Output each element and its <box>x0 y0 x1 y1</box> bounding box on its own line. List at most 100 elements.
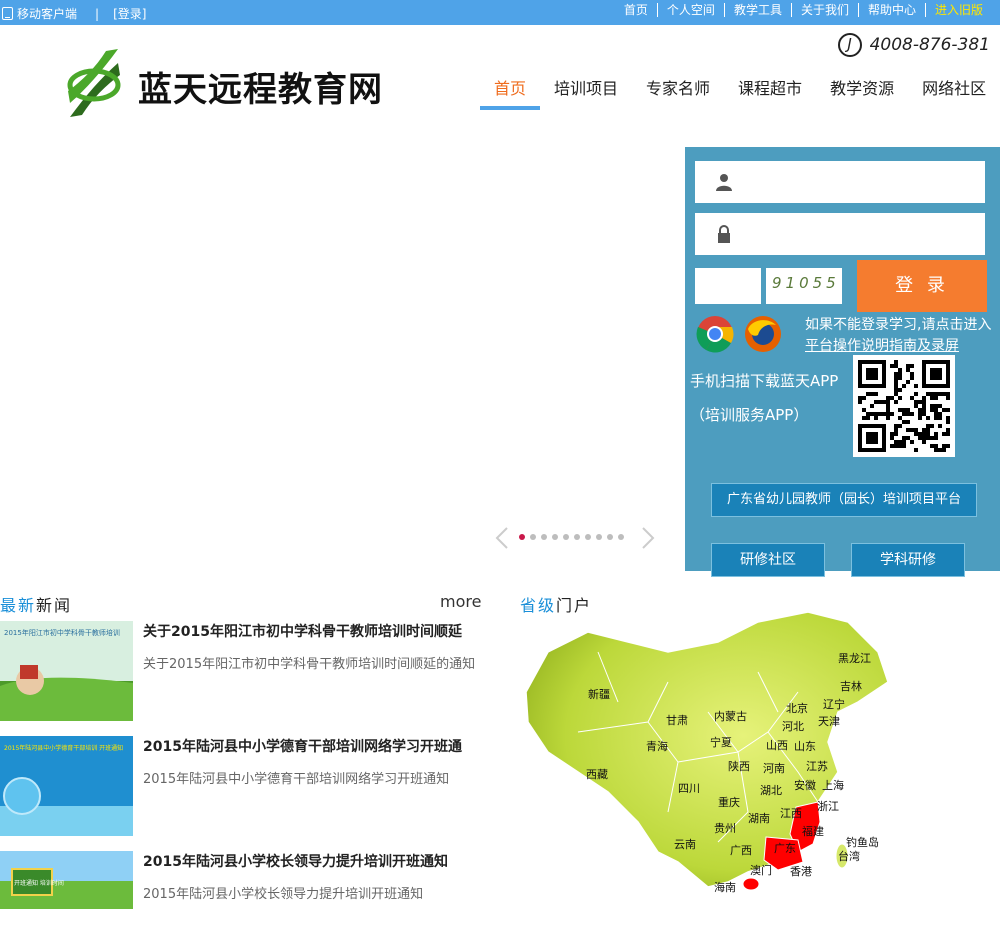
separator: | <box>95 6 100 21</box>
research-community-button[interactable]: 研修社区 <box>711 543 825 577</box>
app-line-2: （培训服务APP） <box>690 406 809 424</box>
password-field[interactable] <box>695 213 985 255</box>
next-arrow-icon[interactable] <box>641 527 655 549</box>
china-province-map[interactable]: 黑龙江吉林辽宁 新疆内蒙古 北京天津 甘肃 河北宁夏 山西 山东 青海陕西 河南 江苏西藏四川 湖北… <box>518 612 900 909</box>
captcha-input[interactable] <box>695 268 761 304</box>
province-label[interactable]: 重庆 <box>718 795 740 809</box>
province-label[interactable]: 湖北 <box>760 784 782 797</box>
news-title[interactable]: 2015年陆河县中小学德育干部培训网络学习开班通 <box>143 736 488 756</box>
username-field[interactable] <box>695 161 985 203</box>
province-label[interactable]: 山西 <box>766 739 788 752</box>
province-label[interactable]: 内蒙古 <box>714 709 747 723</box>
news-thumbnail[interactable]: 2015年陆河县中小学德育干部培训 开班通知 <box>0 736 133 836</box>
chrome-icon[interactable] <box>696 315 734 353</box>
subject-research-button[interactable]: 学科研修 <box>851 543 965 577</box>
top-login-link[interactable]: [登录] <box>113 5 146 22</box>
province-label[interactable]: 香港 <box>790 865 812 878</box>
top-link-old-version[interactable]: 进入旧版 <box>924 3 992 17</box>
slider-dot[interactable] <box>574 534 580 540</box>
province-label[interactable]: 江西 <box>780 807 802 820</box>
app-download-text: 手机扫描下载蓝天APP （培训服务APP） <box>690 364 838 432</box>
qr-code <box>853 355 955 457</box>
top-link-about-us[interactable]: 关于我们 <box>790 3 858 17</box>
province-label[interactable]: 山东 <box>794 740 816 753</box>
slider-dot[interactable] <box>530 534 536 540</box>
top-bar-left: 移动客户端 | [登录] <box>2 5 146 22</box>
login-button[interactable]: 登 录 <box>857 260 987 312</box>
news-thumbnail[interactable]: 2015年阳江市初中学科骨干教师培训 <box>0 621 133 721</box>
province-label[interactable]: 宁夏 <box>710 735 732 749</box>
province-label[interactable]: 吉林 <box>840 679 862 693</box>
guangdong-kindergarten-platform-button[interactable]: 广东省幼儿园教师（园长）培训项目平台 <box>711 483 977 517</box>
province-label[interactable]: 钓鱼岛 <box>846 835 879 849</box>
site-name[interactable]: 蓝天远程教育网 <box>138 62 383 111</box>
province-label[interactable]: 安徽 <box>794 778 816 792</box>
top-link-teaching-tools[interactable]: 教学工具 <box>723 3 791 17</box>
nav-tab-experts[interactable]: 专家名师 <box>632 70 724 110</box>
firefox-icon[interactable] <box>744 315 782 353</box>
province-label[interactable]: 辽宁 <box>823 697 845 711</box>
news-item[interactable]: 2015年陆河县中小学德育干部培训 开班通知 2015年陆河县中小学德育干部培训… <box>0 736 490 836</box>
slider-dot[interactable] <box>607 534 613 540</box>
top-link-home[interactable]: 首页 <box>615 3 657 17</box>
province-label[interactable]: 甘肃 <box>666 714 688 727</box>
slider-dot[interactable] <box>618 534 624 540</box>
province-label[interactable]: 澳门 <box>750 863 772 877</box>
province-label[interactable]: 福建 <box>802 824 824 838</box>
province-label[interactable]: 四川 <box>678 782 700 795</box>
nav-tab-teaching-resources[interactable]: 教学资源 <box>816 70 908 110</box>
nav-tab-home[interactable]: 首页 <box>480 70 541 110</box>
mobile-client-link[interactable]: 移动客户端 <box>17 5 77 22</box>
news-item[interactable]: 开班通知 培训时间 2015年陆河县小学校长领导力提升培训开班通知 2015年陆… <box>0 851 490 951</box>
province-label[interactable]: 西藏 <box>586 768 608 781</box>
user-icon <box>716 174 732 191</box>
captcha-image[interactable]: 91055 <box>766 268 842 304</box>
province-label[interactable]: 青海 <box>646 739 668 753</box>
slider-dot[interactable] <box>596 534 602 540</box>
hotline: J 4008-876-381 <box>837 33 990 57</box>
slider-dot[interactable] <box>585 534 591 540</box>
province-label[interactable]: 陕西 <box>728 759 750 773</box>
nav-tab-community[interactable]: 网络社区 <box>908 70 1000 110</box>
news-title[interactable]: 关于2015年阳江市初中学科骨干教师培训时间顺延 <box>143 621 488 641</box>
nav-tab-course-market[interactable]: 课程超市 <box>724 70 816 110</box>
news-item[interactable]: 2015年阳江市初中学科骨干教师培训 关于2015年阳江市初中学科骨干教师培训时… <box>0 621 490 721</box>
china-map-shape <box>525 612 889 888</box>
province-label[interactable]: 上海 <box>822 778 844 792</box>
main-nav: 首页 培训项目 专家名师 课程超市 教学资源 网络社区 <box>480 70 1000 110</box>
latest-news-title: 最新新闻 <box>0 592 72 616</box>
province-label[interactable]: 北京 <box>786 701 808 715</box>
slider-dot[interactable] <box>563 534 569 540</box>
news-more-link[interactable]: more <box>440 592 481 611</box>
prev-arrow-icon[interactable] <box>495 527 509 549</box>
province-label[interactable]: 浙江 <box>817 800 839 813</box>
top-link-personal-space[interactable]: 个人空间 <box>656 3 724 17</box>
news-title-highlight: 最新 <box>0 596 37 615</box>
province-label[interactable]: 台湾 <box>838 849 860 863</box>
nav-tab-training-projects[interactable]: 培训项目 <box>540 70 632 110</box>
province-label[interactable]: 贵州 <box>714 822 736 835</box>
province-label[interactable]: 海南 <box>714 880 736 894</box>
province-label[interactable]: 湖南 <box>748 812 770 825</box>
province-label[interactable]: 广西 <box>730 844 752 857</box>
province-label[interactable]: 江苏 <box>806 760 828 773</box>
guide-link[interactable]: 平台操作说明指南及录屏 <box>805 336 1000 357</box>
news-title[interactable]: 2015年陆河县小学校长领导力提升培训开班通知 <box>143 851 488 871</box>
phone-icon: J <box>837 33 862 57</box>
top-link-help-center[interactable]: 帮助中心 <box>857 3 925 17</box>
news-thumbnail[interactable]: 开班通知 培训时间 <box>0 851 133 951</box>
slider-dot[interactable] <box>552 534 558 540</box>
province-label[interactable]: 新疆 <box>588 687 610 701</box>
logo-icon[interactable] <box>66 47 122 119</box>
slider-dot[interactable] <box>541 534 547 540</box>
slider-dot[interactable] <box>519 534 525 540</box>
province-label[interactable]: 天津 <box>818 715 840 728</box>
province-label[interactable]: 广东 <box>774 842 796 855</box>
mobile-icon <box>2 7 13 20</box>
province-label[interactable]: 黑龙江 <box>838 652 871 665</box>
login-hint: 如果不能登录学习,请点击进入 平台操作说明指南及录屏 <box>805 315 1000 357</box>
province-label[interactable]: 河北 <box>782 720 804 733</box>
province-label[interactable]: 云南 <box>674 838 696 851</box>
login-panel: 91055 登 录 如果不能登录学习,请点击进入 平台操作说明指南及录屏 手机扫… <box>685 147 1000 577</box>
province-label[interactable]: 河南 <box>763 762 785 775</box>
